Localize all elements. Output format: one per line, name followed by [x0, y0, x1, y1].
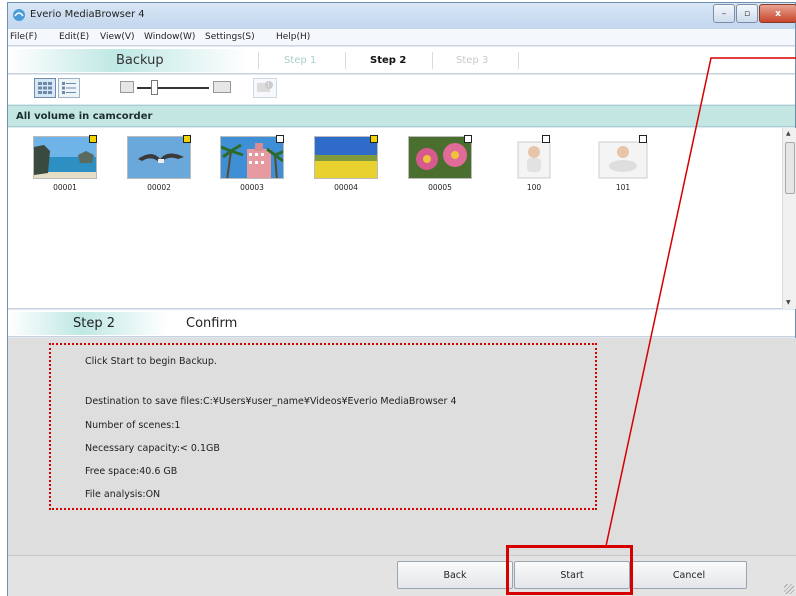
svg-text:!: !	[268, 82, 270, 89]
instruction-text: Click Start to begin Backup.	[85, 356, 217, 367]
thumbnail-label: 00002	[147, 183, 171, 192]
zoom-in-icon[interactable]	[213, 81, 231, 93]
scene-count-text: Number of scenes:1	[85, 420, 181, 431]
thumbnail-item[interactable]: 101	[595, 135, 651, 196]
list-view-button[interactable]	[58, 78, 80, 98]
thumbnail-item[interactable]: 00004	[314, 135, 378, 196]
selection-checkbox[interactable]	[639, 135, 647, 143]
step-divider	[518, 52, 519, 69]
list-view-icon	[62, 82, 76, 94]
thumbnail-grid: 00001 00002 00003 00004 00005 100 101 ▲ …	[8, 128, 796, 309]
step-divider	[432, 52, 433, 69]
confirm-step-label: Step 2	[73, 316, 116, 331]
confirm-title: Confirm	[186, 316, 238, 331]
selection-checkbox[interactable]	[542, 135, 550, 143]
free-space-text: Free space:40.6 GB	[85, 466, 178, 477]
thumbnail-label: 101	[615, 183, 631, 192]
start-button-highlight	[506, 545, 633, 595]
menu-view[interactable]: View(V)	[100, 32, 135, 42]
window-title: Everio MediaBrowser 4	[30, 9, 145, 20]
minimize-button[interactable]: –	[713, 4, 735, 23]
menu-edit[interactable]: Edit(E)	[59, 32, 89, 42]
scroll-up-icon[interactable]: ▲	[786, 130, 791, 137]
selection-checkbox[interactable]	[183, 135, 191, 143]
thumbnail-item[interactable]: 00003	[220, 135, 284, 196]
title-bar: Everio MediaBrowser 4 – ▫ x	[8, 3, 796, 29]
menu-window[interactable]: Window(W)	[144, 32, 195, 42]
step-3-label: Step 3	[456, 55, 489, 66]
thumbnail-label: 00005	[428, 183, 452, 192]
thumbnail-image-palm-hotel	[220, 136, 284, 179]
volume-header: All volume in camcorder	[8, 105, 795, 127]
necessary-capacity-text: Necessary capacity:< 0.1GB	[85, 443, 220, 454]
thumbnail-image-beach	[33, 136, 97, 179]
menu-bar: File(F) Edit(E) View(V) Window(W) Settin…	[8, 29, 795, 46]
zoom-out-icon[interactable]	[120, 81, 134, 93]
selection-checkbox[interactable]	[276, 135, 284, 143]
app-window: Everio MediaBrowser 4 – ▫ x File(F) Edit…	[7, 2, 796, 596]
info-icon: !	[257, 81, 273, 92]
thumbnail-label: 00003	[240, 183, 264, 192]
thumbnail-image-seagull	[127, 136, 191, 179]
selection-checkbox[interactable]	[464, 135, 472, 143]
menu-file[interactable]: File(F)	[10, 32, 37, 42]
scroll-down-icon[interactable]: ▼	[786, 299, 791, 306]
zoom-slider-track[interactable]	[137, 87, 209, 89]
thumbnail-label: 00001	[53, 183, 77, 192]
selection-checkbox[interactable]	[89, 135, 97, 143]
maximize-button[interactable]: ▫	[736, 4, 758, 23]
step-1-label: Step 1	[284, 55, 317, 66]
menu-settings[interactable]: Settings(S)	[205, 32, 255, 42]
zoom-slider-thumb[interactable]	[151, 80, 158, 95]
menu-help[interactable]: Help(H)	[276, 32, 310, 42]
step-divider	[345, 52, 346, 69]
view-toolbar: !	[8, 75, 795, 104]
thumbnail-scrollbar[interactable]: ▲ ▼	[782, 128, 796, 309]
mode-title: Backup	[116, 53, 164, 68]
screen: Everio MediaBrowser 4 – ▫ x File(F) Edit…	[0, 0, 796, 596]
step-header: Backup Step 1 Step 2 Step 3	[8, 47, 795, 74]
thumbnail-item[interactable]: 00005	[408, 135, 472, 196]
thumbnail-label: 00004	[334, 183, 358, 192]
file-analysis-text: File analysis:ON	[85, 489, 161, 500]
confirm-header: Step 2 Confirm	[8, 310, 795, 337]
app-logo-icon	[13, 9, 25, 21]
step-2-label: Step 2	[370, 55, 407, 66]
thumbnail-item[interactable]: 00002	[127, 135, 191, 196]
volume-title: All volume in camcorder	[16, 111, 153, 122]
thumbnail-view-icon	[38, 82, 52, 94]
destination-text: Destination to save files:C:¥Users¥user_…	[85, 396, 457, 407]
scrollbar-thumb[interactable]	[785, 142, 795, 194]
thumbnail-item[interactable]: 00001	[33, 135, 97, 196]
confirm-details-panel: Click Start to begin Backup. Destination…	[8, 338, 796, 555]
close-button[interactable]: x	[759, 4, 796, 23]
thumbnail-image-flowers	[408, 136, 472, 179]
thumbnail-item[interactable]: 100	[514, 135, 554, 196]
resize-grip-icon[interactable]	[784, 584, 794, 594]
info-button[interactable]: !	[253, 78, 277, 98]
thumbnail-label: 100	[526, 183, 542, 192]
thumbnail-image-field	[314, 136, 378, 179]
step-divider	[258, 52, 259, 69]
footer-bar: Back Start Cancel	[8, 555, 796, 596]
cancel-button[interactable]: Cancel	[631, 561, 747, 589]
thumbnail-view-button[interactable]	[34, 78, 56, 98]
selection-checkbox[interactable]	[370, 135, 378, 143]
back-button[interactable]: Back	[397, 561, 513, 589]
